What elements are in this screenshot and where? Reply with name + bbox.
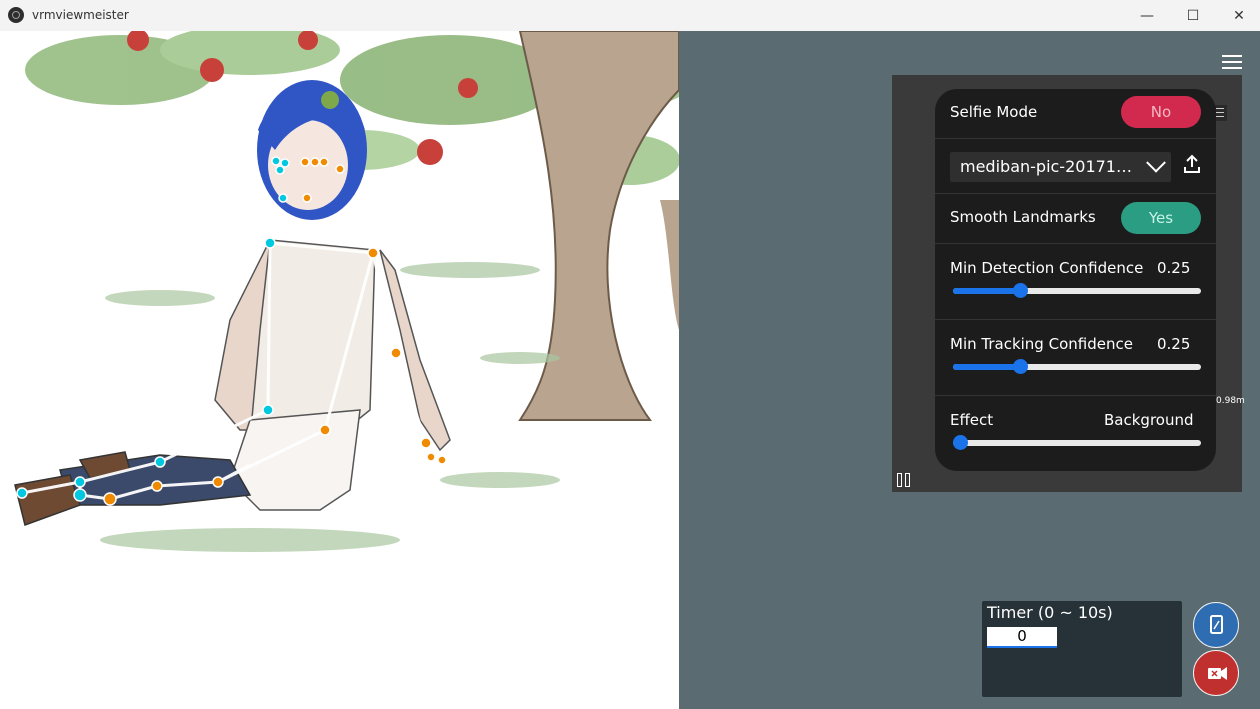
smooth-landmarks-label: Smooth Landmarks: [950, 208, 1096, 226]
min-tracking-value: 0.25: [1157, 335, 1191, 353]
effect-slider[interactable]: [953, 435, 1201, 450]
effect-value: Background: [1104, 411, 1194, 429]
maximize-button[interactable]: ☐: [1170, 0, 1216, 31]
timer-label: Timer (0 ~ 10s): [987, 603, 1113, 622]
control-panel: Selfie Mode No mediban-pic-20171… Smooth…: [935, 89, 1216, 471]
min-detection-thumb[interactable]: [1013, 283, 1028, 298]
minimize-button[interactable]: —: [1124, 0, 1170, 31]
effect-row: Effect Background: [935, 396, 1216, 471]
pause-icon[interactable]: [897, 473, 911, 487]
chevron-down-icon: [1146, 152, 1166, 173]
selfie-mode-toggle[interactable]: No: [1121, 96, 1201, 128]
video-camera-icon: [1208, 667, 1227, 680]
illustration: [14, 31, 679, 552]
effect-label: Effect: [950, 411, 994, 429]
title-bar: vrmviewmeister — ☐ ✕: [0, 0, 1260, 32]
timer-input[interactable]: 0: [987, 627, 1057, 648]
min-tracking-thumb[interactable]: [1013, 359, 1028, 374]
min-detection-row: Min Detection Confidence 0.25: [935, 244, 1216, 320]
selfie-mode-label: Selfie Mode: [950, 103, 1038, 121]
source-select[interactable]: mediban-pic-20171…: [950, 152, 1171, 182]
min-detection-fill: [953, 288, 1020, 294]
min-detection-label: Min Detection Confidence: [950, 259, 1144, 277]
screenshot-button[interactable]: [1193, 602, 1239, 648]
effect-thumb[interactable]: [953, 435, 968, 450]
window-title: vrmviewmeister: [32, 8, 129, 22]
close-button[interactable]: ✕: [1216, 0, 1260, 31]
upload-icon[interactable]: [1183, 154, 1201, 174]
min-tracking-row: Min Tracking Confidence 0.25: [935, 320, 1216, 396]
min-tracking-slider[interactable]: [953, 359, 1201, 374]
selfie-mode-row: Selfie Mode No: [935, 89, 1216, 139]
phone-icon: [1210, 615, 1223, 634]
min-tracking-fill: [953, 364, 1020, 370]
menu-icon[interactable]: [1222, 55, 1242, 69]
record-button[interactable]: [1193, 650, 1239, 696]
source-row: mediban-pic-20171…: [935, 139, 1216, 194]
timer-panel: Timer (0 ~ 10s) 0: [982, 601, 1182, 697]
min-tracking-label: Min Tracking Confidence: [950, 335, 1133, 353]
source-select-value: mediban-pic-20171…: [960, 157, 1132, 176]
smooth-landmarks-row: Smooth Landmarks Yes: [935, 194, 1216, 244]
video-canvas: [0, 31, 679, 709]
min-detection-slider[interactable]: [953, 283, 1201, 298]
min-detection-value: 0.25: [1157, 259, 1191, 277]
smooth-landmarks-toggle[interactable]: Yes: [1121, 202, 1201, 234]
distance-readout: 0.98m: [1216, 396, 1245, 406]
app-icon: [8, 7, 24, 23]
